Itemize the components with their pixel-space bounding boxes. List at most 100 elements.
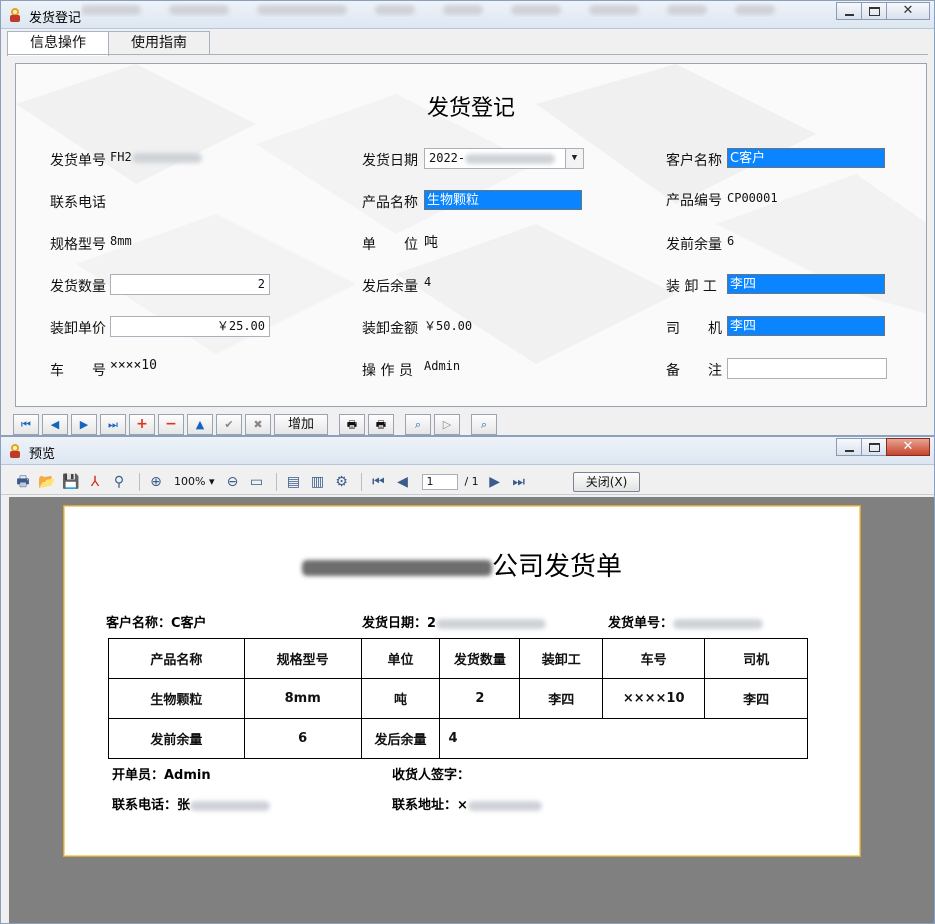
doc-customer: 客户名称：C客户 bbox=[106, 616, 207, 631]
find-tool-button[interactable]: ⚲ bbox=[109, 472, 129, 492]
next-record-button[interactable]: ▶ bbox=[71, 413, 97, 435]
print-button[interactable]: 🖶 bbox=[339, 413, 365, 435]
tab-info-operation[interactable]: 信息操作 bbox=[7, 31, 109, 56]
magnifier-icon: ⌕ bbox=[414, 417, 422, 431]
unit-label: 单 位 bbox=[362, 237, 418, 253]
settings-tool-button[interactable]: ⚙ bbox=[331, 472, 351, 492]
doc-issuer: 开单员：Admin bbox=[112, 768, 211, 783]
form-title: 发货登记 bbox=[426, 96, 515, 121]
operator-label: 操 作 员 bbox=[362, 363, 413, 379]
last-icon: ⏭ bbox=[512, 473, 525, 490]
ship-no-label: 发货单号 bbox=[50, 153, 106, 169]
document-page: 公司发货单 客户名称：C客户 发货日期：2 发货单号： 产品名称 规格型号 单位… bbox=[63, 505, 861, 857]
save-tool-button[interactable]: 💾 bbox=[61, 472, 81, 492]
background-ghost-text bbox=[81, 3, 821, 17]
remark-input[interactable] bbox=[727, 358, 887, 379]
ship-qty-label: 发货数量 bbox=[50, 279, 106, 295]
loader-field[interactable]: 李四 bbox=[727, 274, 885, 294]
customer-field[interactable]: C客户 bbox=[727, 148, 885, 168]
print-tool-button[interactable]: 🖶 bbox=[13, 472, 33, 492]
post-record-button[interactable]: ✔ bbox=[216, 413, 242, 435]
printer-icon: 🖶 bbox=[16, 473, 30, 490]
tab-divider bbox=[7, 54, 928, 55]
binoculars-icon: ⚲ bbox=[113, 473, 125, 490]
close-icon: ✕ bbox=[902, 3, 914, 18]
preview-button[interactable]: ⌕ bbox=[405, 413, 431, 435]
zoom-out-button[interactable]: ⊖ bbox=[222, 472, 242, 492]
preview-maximize-button[interactable] bbox=[861, 438, 887, 456]
prev-page-button[interactable]: ◀ bbox=[392, 472, 412, 492]
last-record-button[interactable]: ⏭ bbox=[100, 413, 126, 435]
add-button[interactable]: 增加 bbox=[274, 413, 328, 435]
run-button[interactable]: ▷ bbox=[434, 413, 460, 435]
table-row: 发前余量 6 发后余量 4 bbox=[108, 718, 808, 759]
preview-close-button[interactable]: ✕ bbox=[886, 438, 930, 456]
delete-record-button[interactable]: − bbox=[158, 413, 184, 435]
minimize-button[interactable] bbox=[836, 2, 862, 20]
maximize-button[interactable] bbox=[861, 2, 887, 20]
check-icon: ✔ bbox=[224, 417, 234, 431]
zoom-in-button[interactable]: ⊕ bbox=[146, 472, 166, 492]
first-page-button[interactable]: ⏮ bbox=[368, 472, 388, 492]
before-qty-value: 6 bbox=[727, 234, 735, 248]
last-icon: ⏭ bbox=[108, 417, 118, 431]
record-navigator: ⏮ ◀ ▶ ⏭ + − ▲ ✔ ✖ 增加 🖶 🖶 ⌕ ▷ ⌕ bbox=[13, 413, 500, 435]
next-page-button[interactable]: ▶ bbox=[485, 472, 505, 492]
printer-icon: 🖶 bbox=[346, 417, 358, 431]
preview-canvas[interactable]: 公司发货单 客户名称：C客户 发货日期：2 发货单号： 产品名称 规格型号 单位… bbox=[9, 497, 934, 923]
zoom-select[interactable]: 100% ▾ bbox=[170, 473, 218, 491]
ship-qty-input[interactable]: 2 bbox=[110, 274, 270, 295]
doc-date: 发货日期：2 bbox=[362, 612, 547, 631]
table-cell: 李四 bbox=[704, 678, 808, 719]
ship-date-picker[interactable]: 2022- ▼ bbox=[424, 148, 584, 169]
last-page-button[interactable]: ⏭ bbox=[509, 472, 529, 492]
preview-minimize-button[interactable] bbox=[836, 438, 862, 456]
fit-page-button[interactable]: ▭ bbox=[246, 472, 266, 492]
table-cell: 8mm bbox=[243, 678, 362, 719]
unit-price-input[interactable]: ￥25.00 bbox=[110, 316, 270, 337]
page-number-input[interactable]: 1 bbox=[422, 473, 459, 490]
insert-record-button[interactable]: + bbox=[129, 413, 155, 435]
edit-record-button[interactable]: ▲ bbox=[187, 413, 213, 435]
phone-label: 联系电话 bbox=[50, 195, 106, 211]
preview-toolbar: 🖶 📂 💾 ⅄ ⚲ ⊕ 100% ▾ ⊖ ▭ ▤ ▥ ⚙ ⏮ ◀ 1 / 1 ▶… bbox=[1, 469, 934, 495]
table-header-cell: 规格型号 bbox=[243, 638, 362, 679]
cancel-record-button[interactable]: ✖ bbox=[245, 413, 271, 435]
page-icon: ▤ bbox=[286, 473, 301, 490]
search-icon: ⌕ bbox=[480, 417, 488, 431]
tab-user-guide[interactable]: 使用指南 bbox=[108, 31, 210, 55]
prev-record-button[interactable]: ◀ bbox=[42, 413, 68, 435]
after-qty-label: 发后余量 bbox=[362, 279, 418, 295]
two-page-button[interactable]: ▥ bbox=[307, 472, 327, 492]
ship-date-label: 发货日期 bbox=[362, 153, 418, 169]
next-icon: ▶ bbox=[79, 417, 89, 431]
zoom-in-icon: ⊕ bbox=[150, 473, 162, 490]
product-code-value: CP00001 bbox=[727, 191, 778, 205]
open-tool-button[interactable]: 📂 bbox=[37, 472, 57, 492]
prev-icon: ◀ bbox=[50, 417, 60, 431]
toolbar-separator bbox=[276, 472, 278, 491]
first-record-button[interactable]: ⏮ bbox=[13, 413, 39, 435]
title-bar[interactable]: 发货登记 ✕ bbox=[1, 1, 934, 29]
printer-arrow-icon: 🖶 bbox=[375, 417, 387, 431]
app-icon bbox=[10, 8, 20, 22]
page-total: / 1 bbox=[464, 475, 479, 488]
spec-label: 规格型号 bbox=[50, 237, 106, 253]
tab-strip: 信息操作 使用指南 bbox=[7, 31, 210, 56]
pdf-tool-button[interactable]: ⅄ bbox=[85, 472, 105, 492]
table-header-cell: 单位 bbox=[360, 638, 441, 679]
close-button[interactable]: ✕ bbox=[886, 2, 930, 20]
print-export-button[interactable]: 🖶 bbox=[368, 413, 394, 435]
driver-field[interactable]: 李四 bbox=[727, 316, 885, 336]
ship-no-value: FH2 bbox=[110, 150, 202, 164]
product-name-field[interactable]: 生物颗粒 bbox=[424, 190, 582, 210]
single-page-button[interactable]: ▤ bbox=[283, 472, 303, 492]
preview-title-bar[interactable]: 预览 ✕ bbox=[1, 437, 934, 465]
close-preview-button[interactable]: 关闭(X) bbox=[572, 471, 641, 492]
chevron-down-icon[interactable]: ▼ bbox=[565, 149, 583, 168]
unit-value: 吨 bbox=[424, 235, 438, 251]
search-button[interactable]: ⌕ bbox=[471, 413, 497, 435]
chevron-down-icon: ▾ bbox=[208, 474, 215, 488]
remark-label: 备 注 bbox=[666, 363, 722, 379]
table-row: 生物颗粒 8mm 吨 2 李四 ××××10 李四 bbox=[108, 678, 808, 719]
